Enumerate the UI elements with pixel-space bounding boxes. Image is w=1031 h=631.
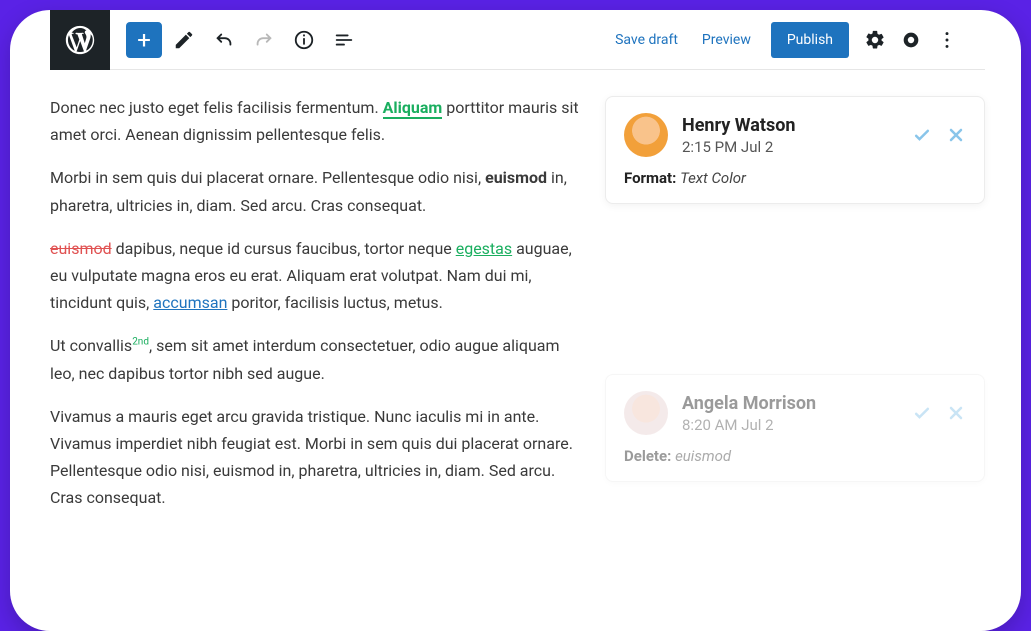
card-header: Henry Watson 2:15 PM Jul 2	[624, 113, 966, 157]
outline-button[interactable]	[326, 22, 362, 58]
undo-button[interactable]	[206, 22, 242, 58]
accept-check-icon[interactable]	[912, 125, 932, 145]
comment-author: Henry Watson	[682, 115, 795, 136]
card-body: Delete: euismod	[624, 447, 966, 465]
deleted-text[interactable]: euismod	[50, 239, 112, 258]
redo-button[interactable]	[246, 22, 282, 58]
paragraph[interactable]: Ut convallis2nd, sem sit amet interdum c…	[50, 332, 581, 386]
text: Morbi in sem quis dui placerat ornare. P…	[50, 168, 485, 187]
paragraph[interactable]: Morbi in sem quis dui placerat ornare. P…	[50, 164, 581, 218]
bold-text: euismod	[485, 168, 547, 187]
card-body: Format: Text Color	[624, 169, 966, 187]
top-toolbar: + Save draft Preview Publish	[50, 10, 985, 70]
card-header: Angela Morrison 8:20 AM Jul 2	[624, 391, 966, 435]
pencil-icon	[173, 29, 195, 51]
save-draft-button[interactable]: Save draft	[603, 24, 690, 56]
reject-close-icon[interactable]	[946, 125, 966, 145]
location-circle-icon	[900, 29, 922, 51]
kebab-icon	[936, 29, 958, 51]
settings-button[interactable]	[857, 22, 893, 58]
paragraph[interactable]: Donec nec justo eget felis facilisis fer…	[50, 94, 581, 148]
suggestion-card[interactable]: Angela Morrison 8:20 AM Jul 2 Delete: eu…	[605, 374, 985, 482]
more-menu-button[interactable]	[929, 22, 965, 58]
inline-link[interactable]: egestas	[456, 239, 512, 258]
text: Ut convallis	[50, 336, 132, 355]
suggestion-value: Text Color	[680, 169, 746, 187]
suggestion-value: euismod	[675, 447, 731, 465]
superscript-text: 2nd	[132, 337, 149, 348]
comment-timestamp: 2:15 PM Jul 2	[682, 138, 795, 156]
suggestion-action-label: Format:	[624, 169, 676, 187]
gear-icon	[864, 29, 886, 51]
info-button[interactable]	[286, 22, 322, 58]
suggestion-action-label: Delete:	[624, 447, 671, 465]
list-view-icon	[333, 29, 355, 51]
text: poritor, facilisis luctus, metus.	[227, 293, 442, 312]
text: Donec nec justo eget felis facilisis fer…	[50, 98, 383, 117]
edit-mode-button[interactable]	[166, 22, 202, 58]
reject-close-icon[interactable]	[946, 403, 966, 423]
accept-check-icon[interactable]	[912, 403, 932, 423]
comment-timestamp: 8:20 AM Jul 2	[682, 416, 816, 434]
highlighted-text[interactable]: Aliquam	[383, 98, 443, 119]
comments-sidebar: Henry Watson 2:15 PM Jul 2 Format: Text …	[605, 94, 985, 527]
redo-icon	[253, 29, 275, 51]
preview-button[interactable]: Preview	[690, 24, 763, 56]
editor-window: + Save draft Preview Publish	[10, 10, 1021, 631]
paragraph[interactable]: Vivamus a mauris eget arcu gravida trist…	[50, 403, 581, 512]
paragraph[interactable]: euismod dapibus, neque id cursus faucibu…	[50, 235, 581, 317]
avatar	[624, 391, 668, 435]
text: dapibus, neque id cursus faucibus, torto…	[112, 239, 456, 258]
content-editor[interactable]: Donec nec justo eget felis facilisis fer…	[50, 94, 581, 527]
wordpress-icon	[63, 23, 97, 57]
undo-icon	[213, 29, 235, 51]
main-area: Donec nec justo eget felis facilisis fer…	[10, 70, 1021, 527]
plus-icon: +	[137, 26, 151, 54]
publish-button[interactable]: Publish	[771, 22, 849, 58]
wordpress-logo[interactable]	[50, 10, 110, 70]
inline-link[interactable]: accumsan	[153, 293, 227, 312]
add-block-button[interactable]: +	[126, 22, 162, 58]
suggestion-card[interactable]: Henry Watson 2:15 PM Jul 2 Format: Text …	[605, 96, 985, 204]
info-icon	[293, 29, 315, 51]
comment-author: Angela Morrison	[682, 393, 816, 414]
plugin-button[interactable]	[893, 22, 929, 58]
avatar	[624, 113, 668, 157]
